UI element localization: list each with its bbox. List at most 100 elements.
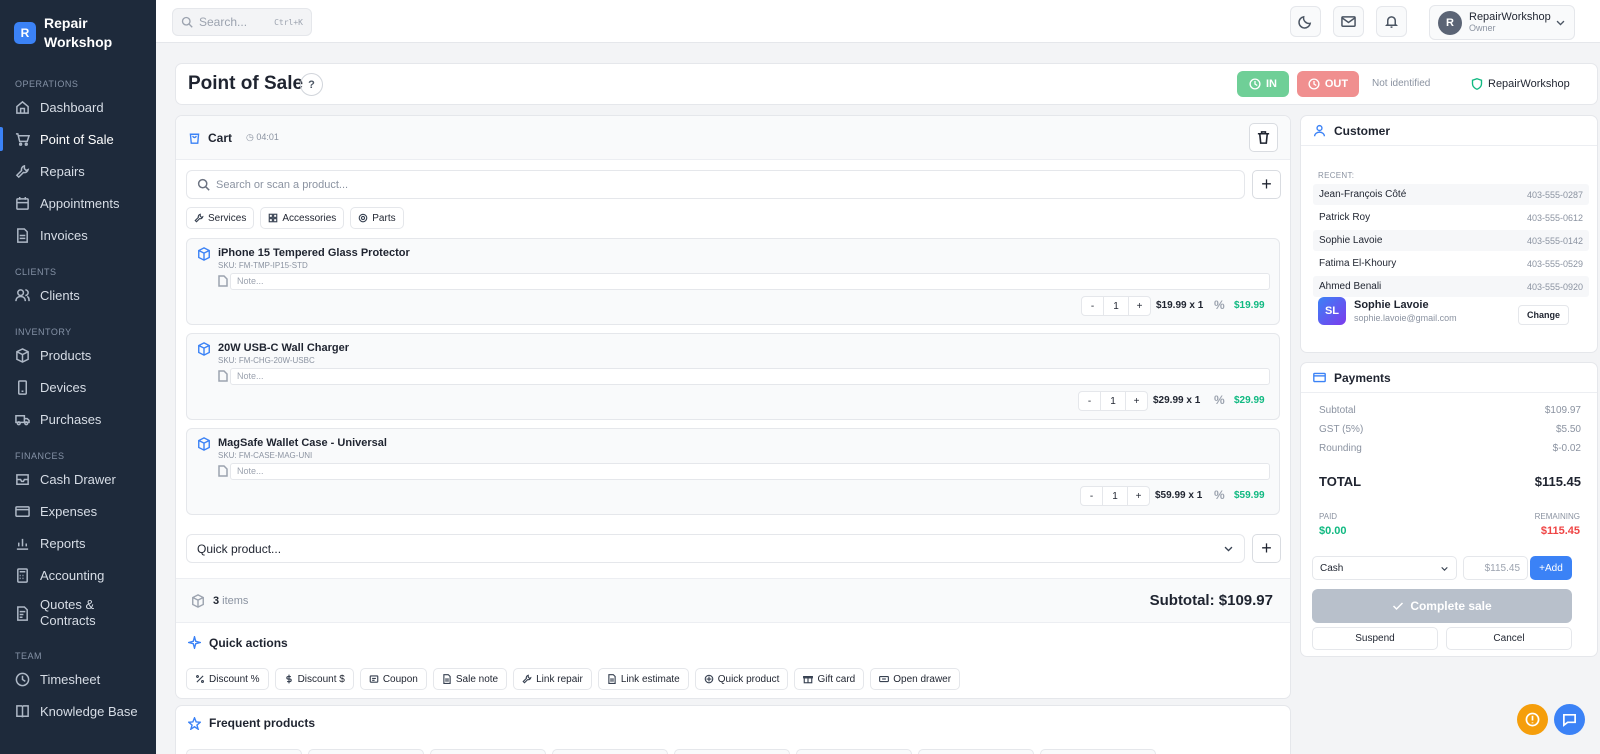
clock-in-button[interactable]: IN — [1237, 71, 1289, 97]
recent-customer-row[interactable]: Patrick Roy 403-555-0612 — [1313, 207, 1589, 228]
sidebar-item-knowledge-base[interactable]: Knowledge Base — [0, 695, 156, 727]
messages-button[interactable] — [1333, 6, 1364, 37]
increase-qty-button[interactable]: + — [1126, 392, 1147, 410]
sidebar-item-invoices[interactable]: Invoices — [0, 219, 156, 251]
product-search-input[interactable]: Search or scan a product... — [186, 170, 1245, 199]
chevron-down-icon — [1441, 566, 1448, 571]
calendar-icon — [16, 196, 29, 210]
item-note-input[interactable]: Note... — [230, 463, 1270, 480]
shop-selector[interactable]: RepairWorkshop — [1463, 72, 1578, 96]
add-payment-button[interactable]: +Add — [1530, 556, 1572, 580]
theme-toggle-button[interactable] — [1290, 6, 1321, 37]
customer-name: Patrick Roy — [1319, 212, 1371, 223]
decrease-qty-button[interactable]: - — [1081, 487, 1102, 505]
help-button[interactable]: ? — [300, 73, 323, 96]
sidebar-item-products[interactable]: Products — [0, 339, 156, 371]
alert-fab-button[interactable] — [1517, 704, 1548, 735]
qty-value[interactable]: 1 — [1102, 487, 1128, 505]
frequent-product-chip[interactable] — [186, 749, 302, 754]
item-note-input[interactable]: Note... — [230, 368, 1270, 385]
change-customer-button[interactable]: Change — [1518, 305, 1570, 325]
quantity-stepper[interactable]: -1 + — [1081, 296, 1151, 316]
user-role: Owner — [1469, 23, 1496, 33]
brand[interactable]: R Repair Workshop — [0, 0, 156, 64]
quick-product-select[interactable]: Quick product... — [186, 534, 1245, 563]
category-filters: Services Accessories Parts — [186, 207, 404, 229]
sidebar-item-dashboard[interactable]: Dashboard — [0, 91, 156, 123]
sidebar-item-accounting[interactable]: Accounting — [0, 559, 156, 591]
add-product-button[interactable]: + — [1252, 170, 1281, 199]
clear-cart-button[interactable] — [1249, 123, 1278, 152]
add-quick-product-button[interactable]: + — [1252, 534, 1281, 563]
quick-product-placeholder: Quick product... — [197, 541, 282, 556]
sidebar-item-cash-drawer[interactable]: Cash Drawer — [0, 463, 156, 495]
recent-customer-row[interactable]: Jean-François Côté 403-555-0287 — [1313, 184, 1589, 205]
action-label: Link estimate — [620, 673, 680, 685]
recent-customer-row[interactable]: Ahmed Benali 403-555-0920 — [1313, 276, 1589, 297]
sidebar-item-timesheet[interactable]: Timesheet — [0, 663, 156, 695]
drawer-icon — [879, 675, 890, 683]
quantity-stepper[interactable]: -1 + — [1078, 391, 1148, 411]
frequent-product-chip[interactable] — [1040, 749, 1156, 754]
clock-out-button[interactable]: OUT — [1297, 71, 1359, 97]
increase-qty-button[interactable]: + — [1128, 487, 1149, 505]
sidebar-item-purchases[interactable]: Purchases — [0, 403, 156, 435]
quick-product-button[interactable]: Quick product — [694, 668, 789, 690]
sidebar-item-label: Point of Sale — [40, 131, 114, 147]
decrease-qty-button[interactable]: - — [1079, 392, 1100, 410]
item-discount-button[interactable]: % — [1214, 298, 1225, 312]
recent-customer-row[interactable]: Fatima El-Khoury 403-555-0529 — [1313, 253, 1589, 274]
cancel-button[interactable]: Cancel — [1446, 627, 1572, 650]
truck-icon — [15, 414, 30, 425]
selected-customer: SL Sophie Lavoie sophie.lavoie@gmail.com — [1318, 297, 1457, 325]
quantity-stepper[interactable]: -1 + — [1080, 486, 1150, 506]
filter-accessories[interactable]: Accessories — [260, 207, 345, 229]
frequent-product-chip[interactable] — [796, 749, 912, 754]
frequent-products-header: Frequent products — [188, 716, 315, 730]
row-label: Rounding — [1319, 443, 1362, 454]
recent-customer-row[interactable]: Sophie Lavoie 403-555-0142 — [1313, 230, 1589, 251]
discount-percent-button[interactable]: Discount % — [186, 668, 269, 690]
frequent-product-chip[interactable] — [308, 749, 424, 754]
sidebar-item-devices[interactable]: Devices — [0, 371, 156, 403]
frequent-product-chip[interactable] — [430, 749, 546, 754]
qty-value[interactable]: 1 — [1100, 392, 1126, 410]
sidebar-item-repairs[interactable]: Repairs — [0, 155, 156, 187]
payment-amount-input[interactable]: $115.45 — [1463, 556, 1528, 580]
discount-dollar-button[interactable]: Discount $ — [274, 668, 354, 690]
qty-value[interactable]: 1 — [1103, 297, 1129, 315]
item-discount-button[interactable]: % — [1214, 393, 1225, 407]
sidebar-item-appointments[interactable]: Appointments — [0, 187, 156, 219]
suspend-button[interactable]: Suspend — [1312, 627, 1438, 650]
open-drawer-button[interactable]: Open drawer — [870, 668, 961, 690]
sidebar-item-reports[interactable]: Reports — [0, 527, 156, 559]
sidebar-item-expenses[interactable]: Expenses — [0, 495, 156, 527]
sidebar-item-point-of-sale[interactable]: Point of Sale — [0, 123, 156, 155]
customer-panel: Customer RECENT: Jean-François Côté 403-5… — [1300, 115, 1598, 353]
chat-fab-button[interactable] — [1554, 704, 1585, 735]
item-note-input[interactable]: Note... — [230, 273, 1270, 290]
decrease-qty-button[interactable]: - — [1082, 297, 1103, 315]
coupon-button[interactable]: Coupon — [359, 668, 427, 690]
row-value: $5.50 — [1555, 424, 1581, 435]
complete-sale-button[interactable]: Complete sale — [1312, 589, 1572, 623]
notifications-button[interactable] — [1376, 6, 1407, 37]
package-icon — [198, 437, 210, 451]
user-menu[interactable]: R RepairWorkshop Owner — [1429, 5, 1575, 40]
frequent-product-chip[interactable] — [674, 749, 790, 754]
payment-method-select[interactable]: Cash — [1312, 556, 1457, 580]
filter-parts[interactable]: Parts — [350, 207, 404, 229]
link-estimate-button[interactable]: Link estimate — [597, 668, 689, 690]
phone-icon — [18, 379, 27, 395]
global-search[interactable]: Search... Ctrl+K — [172, 8, 312, 36]
sale-note-button[interactable]: Sale note — [432, 668, 508, 690]
frequent-product-chip[interactable] — [552, 749, 668, 754]
increase-qty-button[interactable]: + — [1129, 297, 1150, 315]
sidebar-item-quotes-contracts[interactable]: Quotes & Contracts — [0, 591, 156, 635]
gift-card-button[interactable]: Gift card — [794, 668, 865, 690]
link-repair-button[interactable]: Link repair — [513, 668, 592, 690]
item-discount-button[interactable]: % — [1214, 488, 1225, 502]
frequent-product-chip[interactable] — [918, 749, 1034, 754]
filter-services[interactable]: Services — [186, 207, 255, 229]
sidebar-item-clients[interactable]: Clients — [0, 279, 156, 311]
